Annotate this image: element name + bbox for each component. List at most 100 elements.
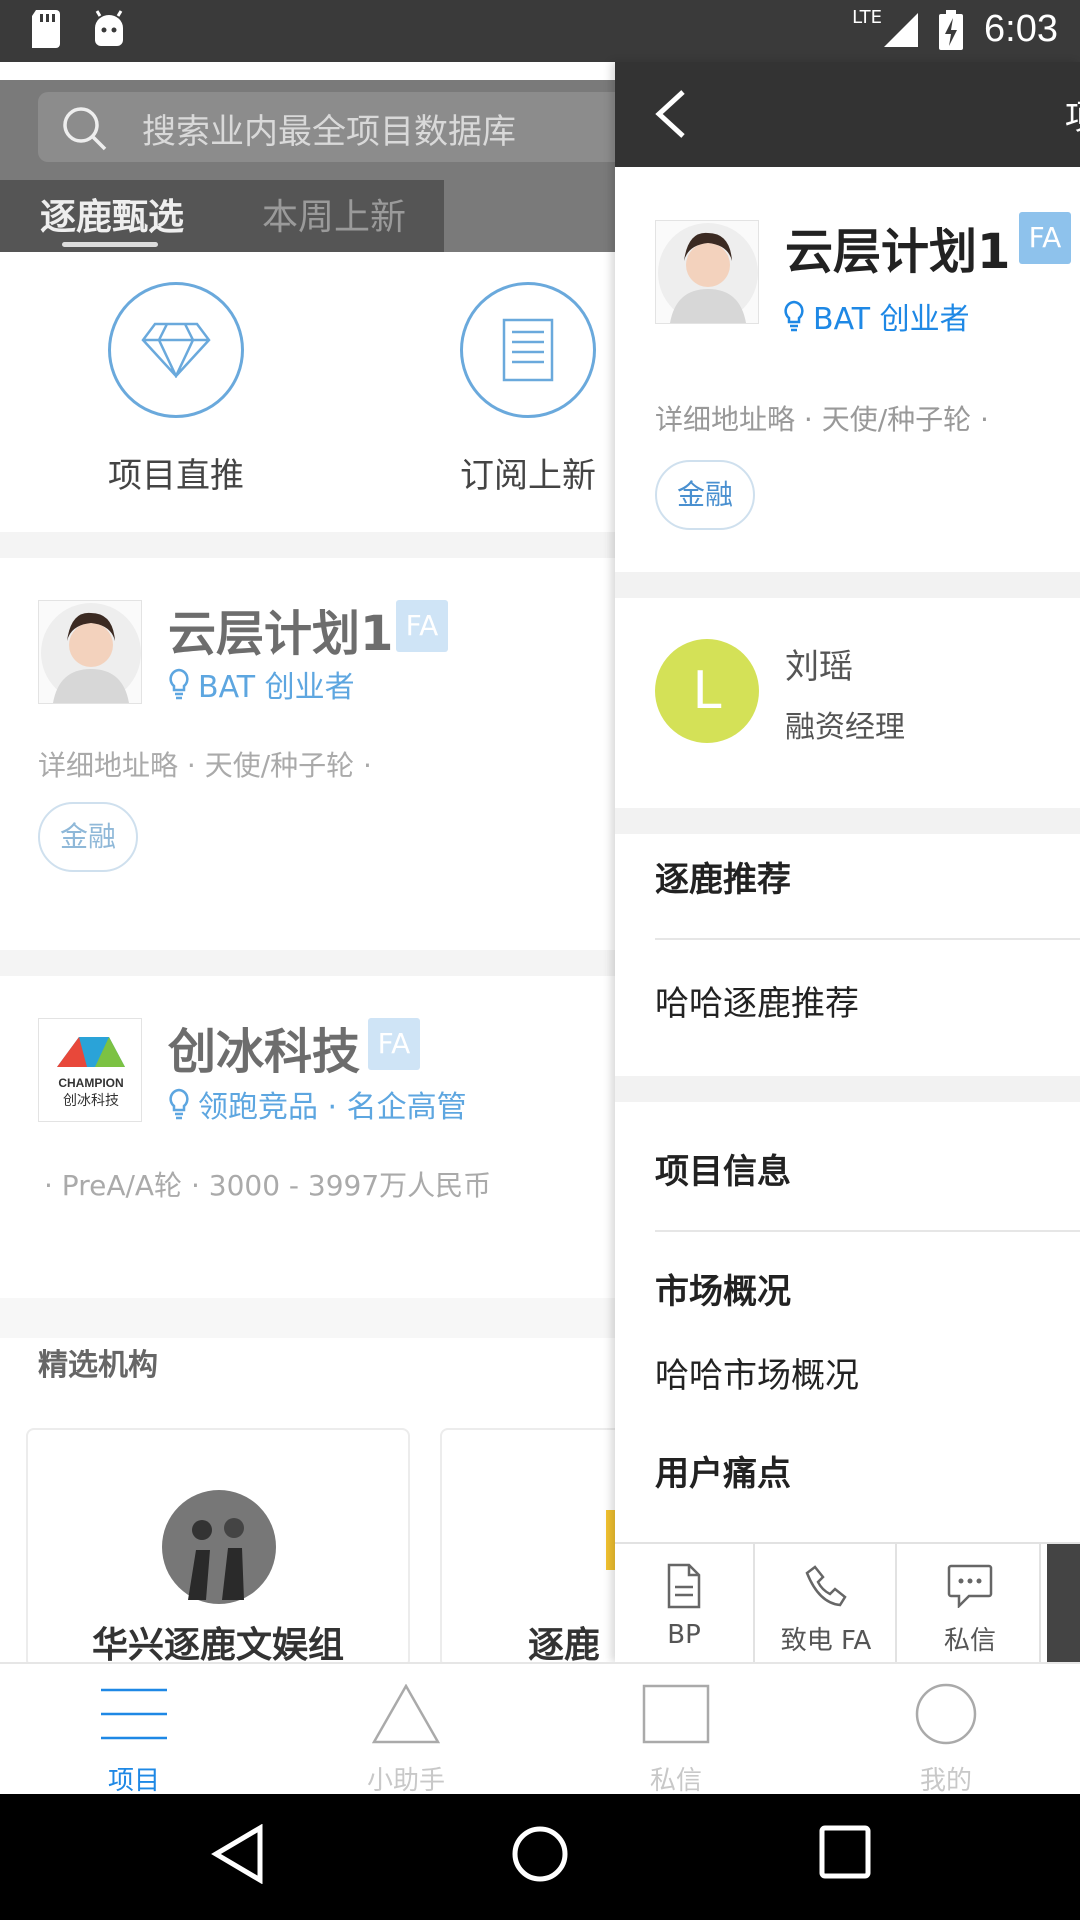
org-name: 逐鹿 <box>528 1625 601 1662</box>
search-input[interactable]: 搜索业内最全项目数据库 <box>38 92 620 162</box>
battery-charging-icon <box>939 9 964 50</box>
divider <box>615 572 1080 598</box>
chat-icon <box>947 1564 993 1608</box>
panel-header: 项 <box>615 62 1080 167</box>
fa-badge: FA <box>368 1018 420 1070</box>
quick-action-label: 项目直推 <box>108 456 244 496</box>
org-card[interactable]: 华兴逐鹿文娱组 <box>26 1428 410 1662</box>
tab-messages[interactable]: 私信 <box>596 1674 756 1797</box>
tab-projects[interactable]: 项目 <box>54 1674 214 1797</box>
search-icon <box>63 107 107 151</box>
featured-orgs-title: 精选机构 <box>38 1348 158 1383</box>
lightbulb-icon <box>169 668 189 700</box>
org-card[interactable]: 逐鹿 <box>440 1428 620 1662</box>
project-tagline: BAT 创业者 <box>168 662 355 706</box>
lightbulb-icon <box>169 1088 189 1120</box>
action-overflow[interactable] <box>1047 1544 1080 1662</box>
divider <box>0 532 620 558</box>
org-name: 华兴逐鹿文娱组 <box>91 1625 344 1662</box>
svg-text:CHAMPION: CHAMPION <box>58 1076 123 1090</box>
lightbulb-icon <box>784 300 804 332</box>
fa-badge: FA <box>1019 212 1071 264</box>
action-label: 致电 FA <box>780 1626 872 1656</box>
sd-card-icon <box>32 10 60 48</box>
divider <box>655 938 1080 940</box>
search-placeholder: 搜索业内最全项目数据库 <box>142 112 516 152</box>
project-meta: · PreA/A轮 · 3000 - 3997万人民币 <box>44 1169 492 1202</box>
divider <box>655 1230 1080 1232</box>
tab-assistant[interactable]: 小助手 <box>326 1674 486 1797</box>
status-bar: LTE 6:03 <box>0 0 1080 62</box>
project-meta: 详细地址略 · 天使/种子轮 · <box>655 403 989 436</box>
tab-selected[interactable]: 逐鹿甄选 <box>40 188 184 240</box>
list-header: 搜索业内最全项目数据库 逐鹿甄选 本周上新 <box>0 80 620 252</box>
triangle-icon <box>372 1684 440 1744</box>
contact-name: 刘瑶 <box>785 647 853 687</box>
divider <box>0 1298 620 1338</box>
project-title: 创冰科技 <box>168 1024 361 1080</box>
bottom-tab-bar: 项目 小助手 私信 我的 <box>0 1662 1080 1797</box>
action-label: 私信 <box>943 1626 996 1656</box>
signal-icon <box>884 12 919 47</box>
android-icon <box>95 10 123 46</box>
quick-action-subscribe[interactable]: 订阅上新 <box>428 282 620 497</box>
system-nav-bar <box>0 1794 1080 1920</box>
back-arrow-icon[interactable] <box>653 88 687 140</box>
tab-indicator <box>62 242 158 247</box>
project-detail-panel: 项 云层计划1 FA BAT 创业者 详细地址略 · 天使/种子轮 · 金融 L… <box>615 62 1080 1662</box>
list-tabs: 逐鹿甄选 本周上新 <box>0 180 444 252</box>
svg-text:创冰科技: 创冰科技 <box>63 1093 119 1109</box>
call-fa-button[interactable]: 致电 FA <box>757 1544 897 1662</box>
tab-label: 小助手 <box>366 1766 445 1796</box>
quick-action-direct[interactable]: 项目直推 <box>76 282 276 497</box>
company-logo: CHAMPION 创冰科技 <box>38 1018 142 1122</box>
home-nav-icon[interactable] <box>510 1824 570 1884</box>
tab-weekly-new[interactable]: 本周上新 <box>262 188 406 240</box>
industry-tag: 金融 <box>655 460 756 530</box>
project-meta: 详细地址略 · 天使/种子轮 · <box>38 749 372 782</box>
avatar <box>655 220 759 324</box>
section-title: 市场概况 <box>655 1272 791 1312</box>
tab-label: 私信 <box>649 1766 702 1796</box>
tab-label: 我的 <box>919 1766 972 1796</box>
quick-action-label: 订阅上新 <box>460 456 596 496</box>
menu-icon <box>101 1688 167 1740</box>
project-title: 云层计划1 <box>785 224 1011 280</box>
back-nav-icon[interactable] <box>210 1824 266 1884</box>
org-avatar <box>162 1490 276 1604</box>
project-tagline: BAT 创业者 <box>783 294 970 338</box>
fa-badge: FA <box>396 600 448 652</box>
avatar <box>38 600 142 704</box>
square-icon <box>642 1684 710 1744</box>
project-title: 云层计划1 <box>168 606 394 662</box>
tab-profile[interactable]: 我的 <box>866 1674 1026 1797</box>
panel-title: 项 <box>1065 90 1080 139</box>
divider <box>615 808 1080 834</box>
tab-label: 项目 <box>107 1766 160 1796</box>
project-card[interactable]: 云层计划1 FA BAT 创业者 详细地址略 · 天使/种子轮 · 金融 <box>0 558 620 1012</box>
tagline-text: BAT 创业者 <box>813 302 970 337</box>
diamond-icon <box>108 282 244 418</box>
section-title: 用户痛点 <box>655 1454 791 1494</box>
industry-tag: 金融 <box>38 802 139 872</box>
contact-avatar: L <box>655 639 759 743</box>
section-title: 项目信息 <box>655 1152 791 1192</box>
network-label: LTE <box>852 7 883 28</box>
project-list-page: 搜索业内最全项目数据库 逐鹿甄选 本周上新 项目直推 订阅上新 云层计划1 FA… <box>0 62 620 1662</box>
divider <box>615 1076 1080 1102</box>
project-tagline: 领跑竞品 · 名企高管 <box>168 1082 467 1126</box>
circle-icon <box>915 1683 977 1745</box>
section-title: 逐鹿推荐 <box>655 860 791 900</box>
contact-role: 融资经理 <box>785 710 905 745</box>
action-label: BP <box>667 1620 701 1650</box>
message-button[interactable]: 私信 <box>901 1544 1041 1662</box>
divider <box>0 950 620 976</box>
section-text: 哈哈逐鹿推荐 <box>655 984 859 1024</box>
bp-button[interactable]: BP <box>615 1544 755 1662</box>
recents-nav-icon[interactable] <box>818 1824 872 1880</box>
phone-icon <box>805 1565 847 1607</box>
tagline-text: 领跑竞品 · 名企高管 <box>198 1090 467 1125</box>
project-card[interactable]: CHAMPION 创冰科技 创冰科技 FA 领跑竞品 · 名企高管 · PreA/… <box>0 976 620 1336</box>
action-bar: BP 致电 FA 私信 <box>615 1542 1080 1662</box>
section-text: 哈哈市场概况 <box>655 1356 859 1396</box>
